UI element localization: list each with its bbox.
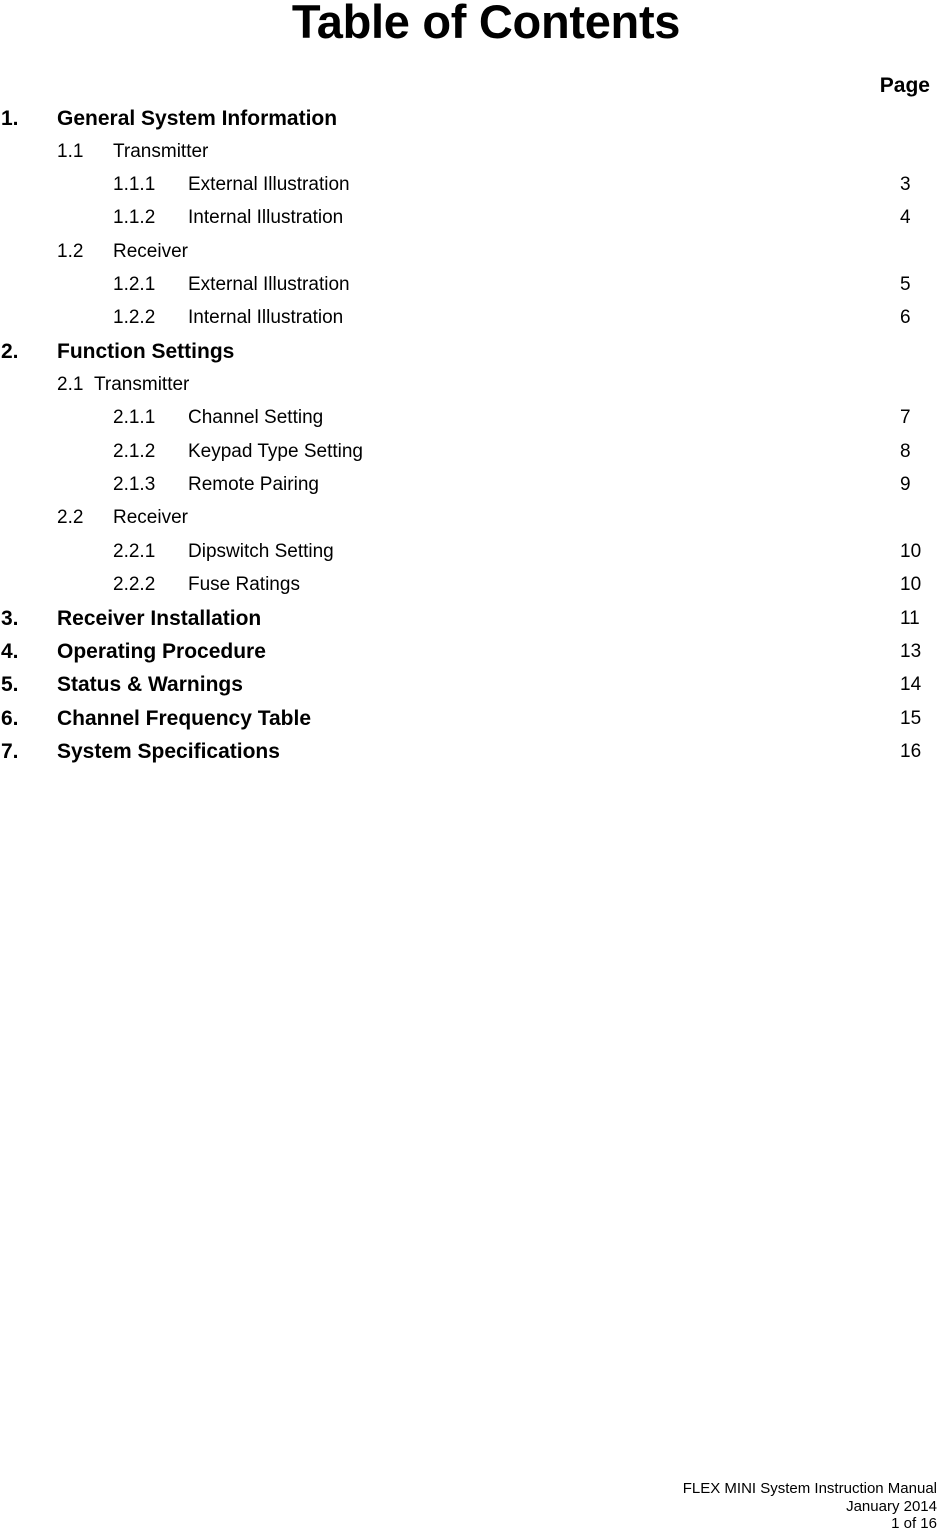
toc-entry-page: 16: [900, 741, 922, 762]
toc-entry-number: 2.: [1, 340, 19, 363]
toc-entry-number: 1.1.2: [113, 207, 156, 228]
toc-entry-label: Channel Frequency Table: [57, 707, 311, 730]
toc-entry-page: 6: [900, 307, 911, 328]
page-column-header: Page: [879, 74, 930, 97]
toc-entry-number: 7.: [1, 740, 19, 763]
toc-entry-label: Function Settings: [57, 340, 235, 363]
toc-entry-page: 11: [900, 608, 920, 629]
toc-entry-label: Channel Setting: [188, 407, 324, 428]
toc-entry-remote-pairing[interactable]: 2.1.3 Remote Pairing 9: [0, 473, 937, 503]
toc-entry-operating-procedure[interactable]: 4. Operating Procedure 13: [0, 639, 937, 669]
footer-manual-name: FLEX MINI System Instruction Manual: [682, 1480, 937, 1497]
toc-entry-number: 2.2.2: [113, 574, 156, 595]
toc-entry-label: External Illustration: [188, 174, 350, 195]
toc-entry-function-transmitter[interactable]: 2.1 Transmitter: [0, 373, 937, 403]
toc-entry-label: Remote Pairing: [188, 474, 319, 495]
toc-entry-number: 1.1: [57, 141, 84, 162]
toc-entry-receiver-internal-illustration[interactable]: 1.2.2 Internal Illustration 6: [0, 306, 937, 336]
toc-entry-label: Receiver Installation: [57, 607, 262, 630]
toc-entry-page: 7: [900, 407, 911, 428]
toc-entry-number: 1.2.2: [113, 307, 156, 328]
toc-entry-number: 4.: [1, 640, 19, 663]
toc-entry-page: 10: [900, 574, 922, 595]
toc-entry-page: 14: [900, 674, 922, 695]
toc-entry-page: 8: [900, 441, 911, 462]
toc-entry-page: 5: [900, 274, 911, 295]
toc-entry-receiver[interactable]: 1.2 Receiver: [0, 240, 937, 270]
toc-entry-number: 2.1: [57, 374, 84, 395]
toc-entry-number: 5.: [1, 673, 19, 696]
toc-entry-number: 2.2: [57, 507, 84, 528]
page-title: Table of Contents: [291, 0, 681, 48]
toc-entry-label: Status & Warnings: [57, 673, 243, 696]
toc-entry-fuse-ratings[interactable]: 2.2.2 Fuse Ratings 10: [0, 573, 937, 603]
toc-entry-label: Receiver: [113, 241, 188, 262]
toc-entry-label: External Illustration: [188, 274, 350, 295]
toc-entry-number: 3.: [1, 607, 19, 630]
toc-entry-number: 1.2.1: [113, 274, 156, 295]
toc-entry-page: 9: [900, 474, 911, 495]
toc-entry-page: 10: [900, 541, 922, 562]
toc-entry-label: Fuse Ratings: [188, 574, 300, 595]
footer-date: January 2014: [846, 1497, 937, 1515]
toc-entry-receiver-external-illustration[interactable]: 1.2.1 External Illustration 5: [0, 273, 937, 303]
toc-entry-function-receiver[interactable]: 2.2 Receiver: [0, 506, 937, 536]
toc-entry-general-system-information[interactable]: 1. General System Information: [0, 106, 937, 136]
toc-entry-label: Dipswitch Setting: [188, 541, 334, 562]
page-footer: FLEX MINI System Instruction Manual Janu…: [683, 1480, 937, 1533]
toc-entry-transmitter-internal-illustration[interactable]: 1.1.2 Internal Illustration 4: [0, 206, 937, 236]
toc-entry-label: General System Information: [57, 107, 338, 130]
toc-entry-label: Receiver: [113, 507, 188, 528]
footer-page-indicator: 1 of 16: [891, 1515, 937, 1532]
toc-entry-number: 2.2.1: [113, 541, 156, 562]
toc-entry-page: 4: [900, 207, 911, 228]
toc-entry-label: Internal Illustration: [188, 207, 344, 228]
toc-entry-page: 3: [900, 174, 911, 195]
toc-entry-label: Operating Procedure: [57, 640, 266, 663]
toc-entry-label: Internal Illustration: [188, 307, 344, 328]
toc-entry-channel-setting[interactable]: 2.1.1 Channel Setting 7: [0, 406, 937, 436]
toc-entry-number: 6.: [1, 707, 19, 730]
toc-entry-number: 1.1.1: [113, 174, 156, 195]
toc-entry-label: Transmitter: [113, 141, 209, 162]
toc-entry-transmitter-external-illustration[interactable]: 1.1.1 External Illustration 3: [0, 173, 937, 203]
toc-entry-status-warnings[interactable]: 5. Status & Warnings 14: [0, 672, 937, 702]
toc-entry-label: Transmitter: [94, 374, 190, 395]
toc-entry-channel-frequency-table[interactable]: 6. Channel Frequency Table 15: [0, 706, 937, 736]
toc-entry-page: 15: [900, 708, 922, 729]
toc-entry-label: Keypad Type Setting: [188, 441, 363, 462]
toc-entry-number: 2.1.3: [113, 474, 156, 495]
toc-entry-function-settings[interactable]: 2. Function Settings: [0, 339, 937, 369]
toc-entry-number: 2.1.2: [113, 441, 156, 462]
toc-entry-transmitter[interactable]: 1.1 Transmitter: [0, 140, 937, 170]
toc-entry-number: 1.: [1, 107, 19, 130]
toc-entry-number: 2.1.1: [113, 407, 156, 428]
toc-entry-system-specifications[interactable]: 7. System Specifications 16: [0, 739, 937, 769]
toc-entry-page: 13: [900, 641, 922, 662]
toc-entry-label: System Specifications: [57, 740, 280, 763]
toc-entry-dipswitch-setting[interactable]: 2.2.1 Dipswitch Setting 10: [0, 540, 937, 570]
toc-entry-number: 1.2: [57, 241, 84, 262]
toc-entry-receiver-installation[interactable]: 3. Receiver Installation 11: [0, 606, 937, 636]
toc-entry-keypad-type-setting[interactable]: 2.1.2 Keypad Type Setting 8: [0, 440, 937, 470]
